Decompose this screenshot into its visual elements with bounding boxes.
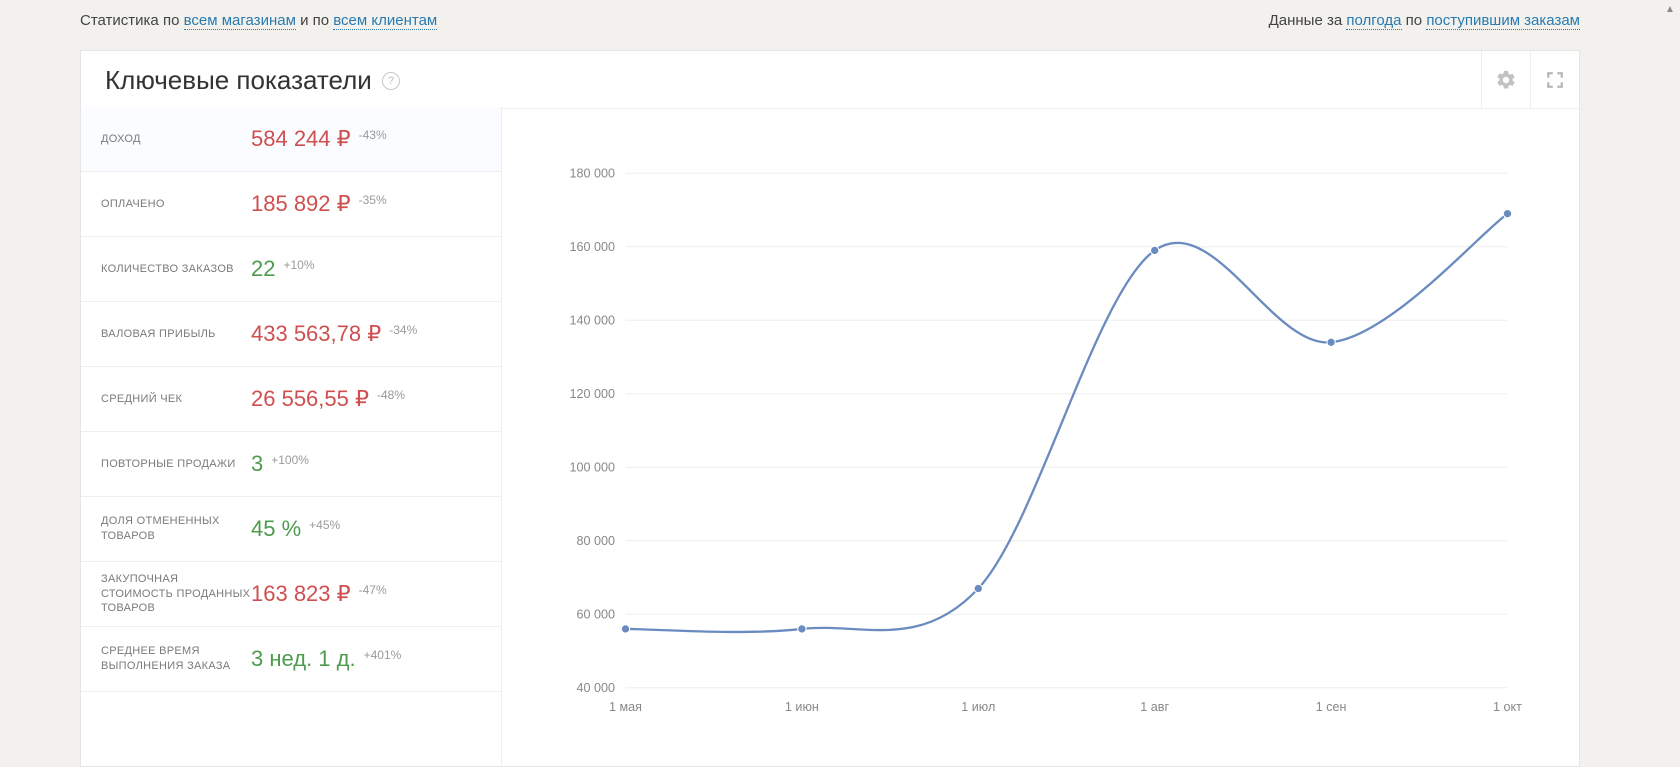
panel-title: Ключевые показатели: [105, 65, 372, 96]
top-bar: Статистика по всем магазинам и по всем к…: [0, 0, 1680, 41]
y-tick-label: 160 000: [569, 240, 615, 254]
metric-orders[interactable]: КОЛИЧЕСТВО ЗАКАЗОВ22 +10%: [81, 237, 501, 302]
metric-value: 3: [251, 451, 263, 477]
top-bar-left: Статистика по всем магазинам и по всем к…: [80, 12, 437, 29]
y-tick-label: 120 000: [569, 387, 615, 401]
link-incoming-orders[interactable]: поступившим заказам: [1426, 12, 1580, 30]
metric-label: ДОЛЯ ОТМЕНЕННЫХ ТОВАРОВ: [101, 514, 251, 544]
metric-delta: -47%: [359, 583, 387, 597]
metric-delta: +100%: [271, 453, 309, 467]
gear-icon: [1495, 69, 1517, 91]
metric-delta: +45%: [309, 518, 340, 532]
top-bar-text: Статистика по: [80, 12, 184, 29]
metric-value: 3 нед. 1 д.: [251, 646, 356, 672]
metric-label: СРЕДНИЙ ЧЕК: [101, 392, 251, 407]
y-tick-label: 140 000: [569, 313, 615, 327]
link-all-clients[interactable]: всем клиентам: [333, 12, 437, 30]
data-point[interactable]: [1151, 246, 1159, 254]
y-tick-label: 40 000: [576, 681, 615, 695]
metric-value: 185 892 ₽: [251, 191, 351, 217]
data-point[interactable]: [1327, 338, 1335, 346]
scrollbar-up[interactable]: ▲: [1662, 0, 1678, 18]
metric-avg_check[interactable]: СРЕДНИЙ ЧЕК26 556,55 ₽ -48%: [81, 367, 501, 432]
y-tick-label: 100 000: [569, 460, 615, 474]
metric-value: 433 563,78 ₽: [251, 321, 381, 347]
metric-label: ЗАКУПОЧНАЯ СТОИМОСТЬ ПРОДАННЫХ ТОВАРОВ: [101, 572, 251, 617]
metric-label: СРЕДНЕЕ ВРЕМЯ ВЫПОЛНЕНИЯ ЗАКАЗА: [101, 644, 251, 674]
top-bar-right: Данные за полгода по поступившим заказам: [1269, 12, 1580, 29]
metric-delta: -35%: [359, 193, 387, 207]
x-tick-label: 1 июн: [785, 700, 819, 714]
panel-tools: [1481, 51, 1579, 108]
data-point[interactable]: [798, 625, 806, 633]
metric-delta: +10%: [283, 258, 314, 272]
metric-value: 45 %: [251, 516, 301, 542]
series-line: [626, 214, 1508, 632]
metric-delta: +401%: [364, 648, 402, 662]
link-period[interactable]: полгода: [1346, 12, 1401, 30]
metrics-list: ДОХОД584 244 ₽ -43% ОПЛАЧЕНО185 892 ₽ -35% К…: [81, 107, 502, 766]
dashboard-panel: Ключевые показатели ? ДОХОД584 244 ₽ -43%: [80, 50, 1580, 767]
help-icon[interactable]: ?: [382, 72, 400, 90]
metric-label: КОЛИЧЕСТВО ЗАКАЗОВ: [101, 262, 251, 277]
y-tick-label: 80 000: [576, 534, 615, 548]
metric-value: 26 556,55 ₽: [251, 386, 369, 412]
metric-repeat_sales[interactable]: ПОВТОРНЫЕ ПРОДАЖИ3 +100%: [81, 432, 501, 497]
x-tick-label: 1 окт: [1493, 700, 1522, 714]
metric-revenue[interactable]: ДОХОД584 244 ₽ -43%: [81, 107, 501, 172]
metric-value: 163 823 ₽: [251, 581, 351, 607]
y-tick-label: 180 000: [569, 166, 615, 180]
data-point[interactable]: [974, 584, 982, 592]
x-tick-label: 1 июл: [961, 700, 995, 714]
metric-label: ДОХОД: [101, 132, 251, 147]
y-tick-label: 60 000: [576, 607, 615, 621]
data-point[interactable]: [1503, 209, 1511, 217]
data-point[interactable]: [621, 625, 629, 633]
metric-label: ВАЛОВАЯ ПРИБЫЛЬ: [101, 327, 251, 342]
x-tick-label: 1 мая: [609, 700, 642, 714]
metric-value: 584 244 ₽: [251, 126, 351, 152]
metric-paid[interactable]: ОПЛАЧЕНО185 892 ₽ -35%: [81, 172, 501, 237]
metric-value: 22: [251, 256, 275, 282]
fullscreen-button[interactable]: [1530, 51, 1579, 108]
metric-label: ПОВТОРНЫЕ ПРОДАЖИ: [101, 457, 251, 472]
metric-delta: -34%: [389, 323, 417, 337]
top-bar-text: Данные за: [1269, 12, 1347, 29]
settings-button[interactable]: [1481, 51, 1530, 108]
panel-header: Ключевые показатели ?: [81, 51, 1579, 109]
x-tick-label: 1 авг: [1140, 700, 1169, 714]
metric-cogs[interactable]: ЗАКУПОЧНАЯ СТОИМОСТЬ ПРОДАННЫХ ТОВАРОВ16…: [81, 562, 501, 627]
metric-delta: -48%: [377, 388, 405, 402]
top-bar-text: и по: [300, 12, 333, 29]
metric-avg_fulfilment[interactable]: СРЕДНЕЕ ВРЕМЯ ВЫПОЛНЕНИЯ ЗАКАЗА3 нед. 1 …: [81, 627, 501, 692]
line-chart[interactable]: 40 000 60 000 80 000 100 000 120 000 140 000 1…: [552, 137, 1539, 766]
metric-gross_profit[interactable]: ВАЛОВАЯ ПРИБЫЛЬ433 563,78 ₽ -34%: [81, 302, 501, 367]
metric-label: ОПЛАЧЕНО: [101, 197, 251, 212]
x-tick-label: 1 сен: [1316, 700, 1347, 714]
metric-cancel_share[interactable]: ДОЛЯ ОТМЕНЕННЫХ ТОВАРОВ45 % +45%: [81, 497, 501, 562]
page: ▲ Статистика по всем магазинам и по всем…: [0, 0, 1680, 767]
panel-body: ДОХОД584 244 ₽ -43% ОПЛАЧЕНО185 892 ₽ -35% К…: [81, 107, 1579, 766]
chart-area: 40 000 60 000 80 000 100 000 120 000 140 000 1…: [502, 107, 1579, 766]
top-bar-text: по: [1406, 12, 1427, 29]
metric-delta: -43%: [359, 128, 387, 142]
fullscreen-icon: [1546, 71, 1564, 89]
link-all-shops[interactable]: всем магазинам: [184, 12, 296, 30]
